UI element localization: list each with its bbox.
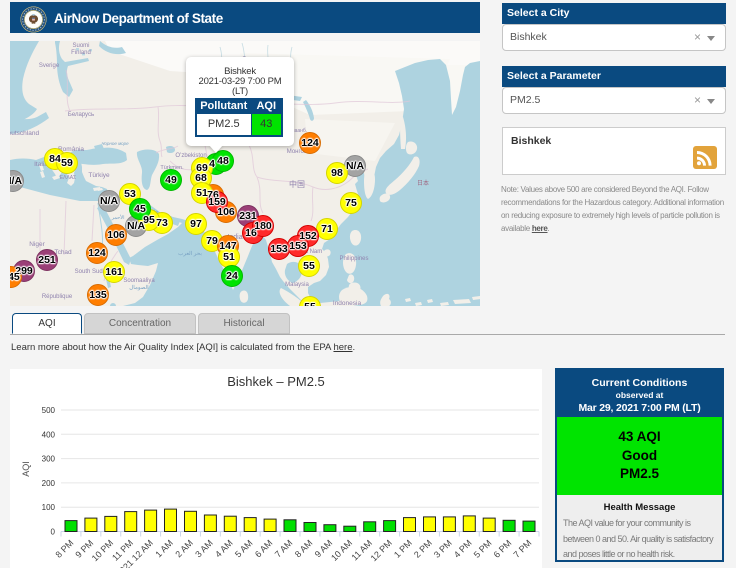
svg-text:Bishkek – PM2.5: Bishkek – PM2.5: [227, 374, 325, 389]
svg-text:AQI: AQI: [21, 461, 31, 477]
svg-text:300: 300: [42, 455, 56, 464]
svg-text:400: 400: [42, 430, 56, 439]
svg-text:500: 500: [42, 406, 56, 415]
svg-text:0: 0: [51, 528, 56, 537]
svg-text:100: 100: [42, 503, 56, 512]
svg-text:200: 200: [42, 479, 56, 488]
